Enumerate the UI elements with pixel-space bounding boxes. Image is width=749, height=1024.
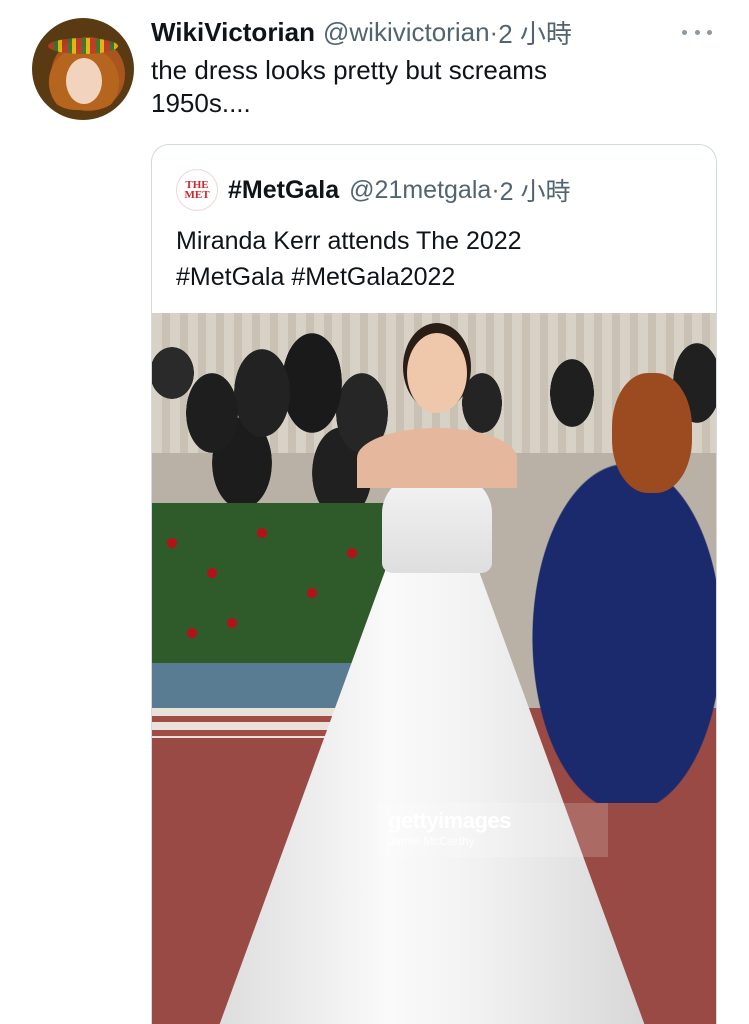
photo-carpet-stripe [152, 708, 352, 738]
separator-dot: · [489, 16, 499, 47]
more-dot [682, 29, 687, 35]
avatar-face [66, 58, 102, 104]
avatar-flower-crown [48, 38, 118, 54]
avatar[interactable] [32, 18, 134, 120]
quoted-timestamp[interactable]: 2 小時 [500, 172, 571, 208]
quoted-text-line: Miranda Kerr attends The 2022 [176, 227, 522, 255]
more-dot [694, 29, 700, 35]
display-name[interactable]: WikiVictorian [151, 17, 315, 48]
photo-blue-dress [532, 463, 716, 803]
tweet-header: WikiVictorian @wikivictorian · 2 小時 [151, 14, 572, 50]
getty-watermark: gettyimages Jamie McCarthy [378, 803, 608, 857]
photo-credit: Jamie McCarthy [388, 834, 475, 848]
photo-rose-hedge [152, 503, 392, 663]
more-dot [707, 29, 712, 35]
user-handle[interactable]: @wikivictorian [323, 17, 490, 48]
tweet-text-line: the dress looks pretty but screams [151, 55, 547, 85]
quoted-tweet-photo[interactable]: gettyimages Jamie McCarthy [152, 313, 716, 1024]
quoted-tweet-text: Miranda Kerr attends The 2022 #MetGala #… [176, 223, 696, 295]
quoted-user-handle[interactable]: @21metgala [349, 176, 491, 205]
tweet-text-line: 1950s.... [151, 88, 251, 118]
photo-red-hair [612, 373, 692, 493]
tweet[interactable]: WikiVictorian @wikivictorian · 2 小時 the … [0, 0, 749, 1024]
tweet-text: the dress looks pretty but screams 1950s… [151, 54, 711, 120]
quoted-text-line: #MetGala #MetGala2022 [176, 263, 456, 291]
quoted-tweet-header: THE MET #MetGala @21metgala · 2 小時 [176, 169, 571, 211]
quoted-display-name[interactable]: #MetGala [228, 176, 339, 205]
separator-dot: · [491, 175, 500, 204]
getty-logo: gettyimages [388, 808, 511, 833]
photo-gown-bodice [382, 473, 492, 573]
more-options-icon[interactable] [682, 22, 712, 42]
timestamp[interactable]: 2 小時 [498, 14, 572, 51]
photo-model-head [407, 333, 467, 413]
met-logo-text: MET [184, 189, 210, 201]
met-logo-avatar[interactable]: THE MET [176, 169, 218, 211]
photo-model-shoulders [357, 428, 517, 488]
quoted-tweet[interactable]: THE MET #MetGala @21metgala · 2 小時 Miran… [151, 144, 717, 1024]
photo-pool [152, 663, 352, 708]
